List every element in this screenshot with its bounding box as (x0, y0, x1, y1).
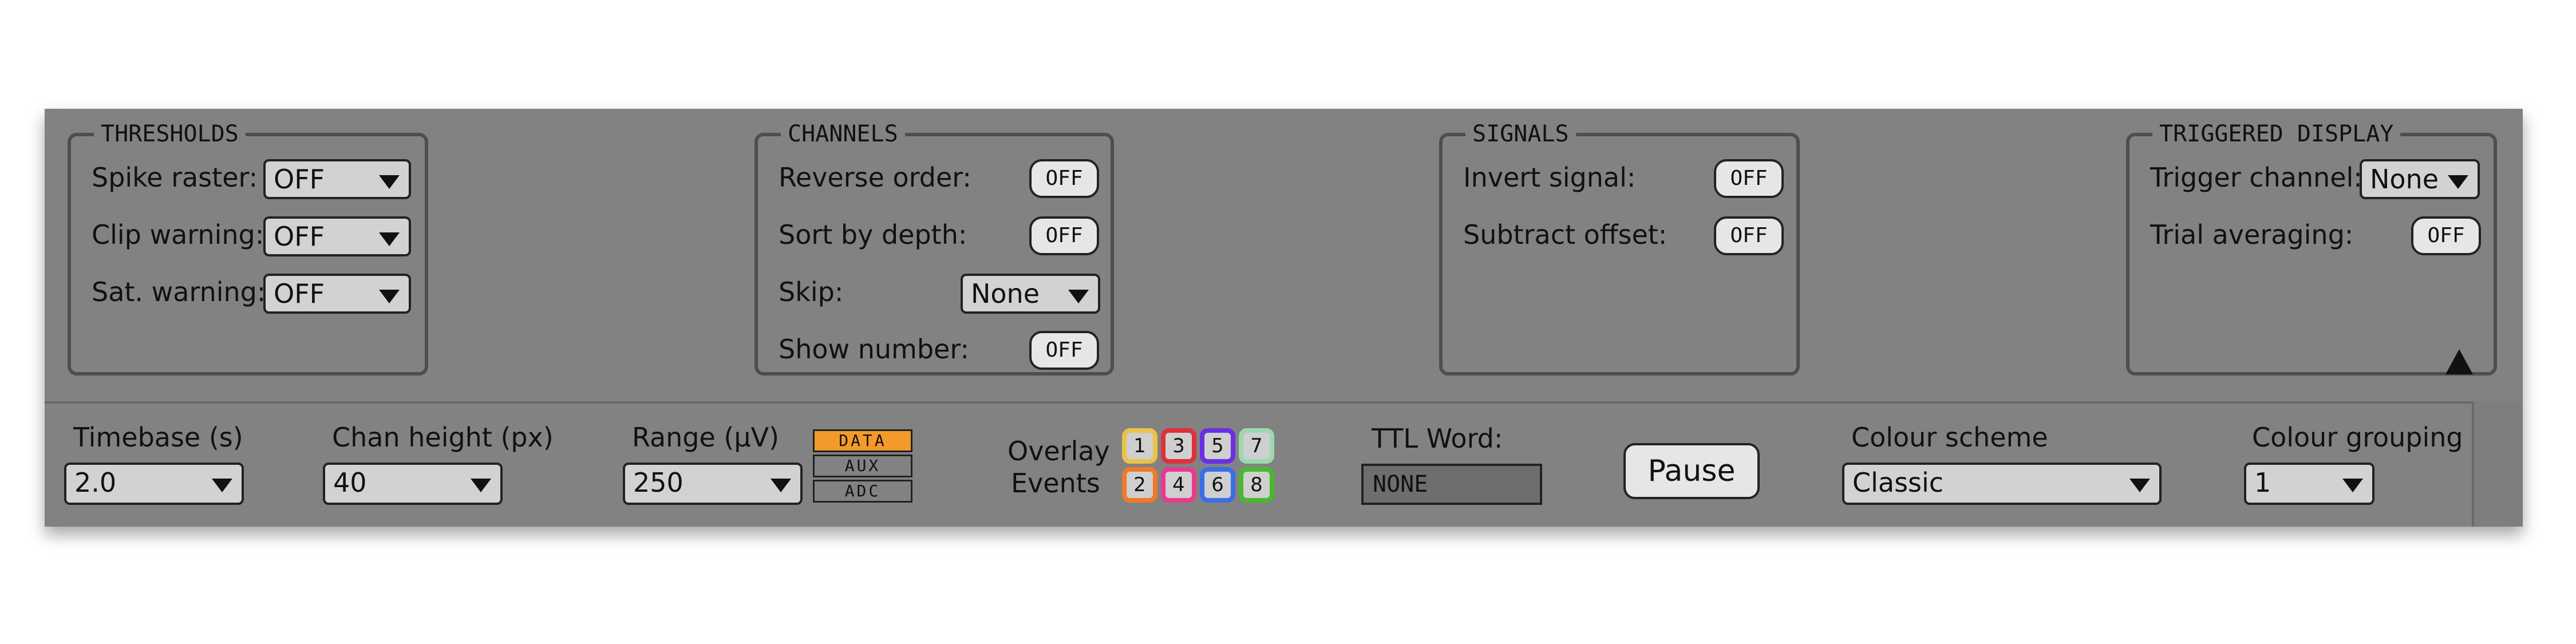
events-label: Events (1011, 468, 1100, 499)
chevron-down-icon (212, 479, 232, 492)
chevron-down-icon (379, 290, 400, 303)
skip-label: Skip: (779, 276, 844, 307)
sort-by-depth-label: Sort by depth: (779, 219, 967, 250)
colour-scheme-label: Colour scheme (1851, 422, 2048, 453)
chan-height-dropdown[interactable]: 40 (323, 463, 503, 505)
chevron-down-icon (2448, 175, 2468, 189)
colour-grouping-value: 1 (2254, 467, 2271, 498)
show-number-label: Show number: (779, 334, 969, 365)
spike-raster-label: Spike raster: (92, 162, 258, 193)
colour-grouping-dropdown[interactable]: 1 (2244, 463, 2374, 505)
clip-warning-dropdown[interactable]: OFF (263, 216, 411, 256)
reverse-order-toggle[interactable]: OFF (1029, 159, 1099, 198)
thresholds-group: THRESHOLDS Spike raster: OFF Clip warnin… (68, 119, 428, 376)
signals-group: SIGNALS Invert signal: OFF Subtract offs… (1439, 119, 1800, 376)
clip-warning-value: OFF (274, 221, 325, 252)
range-value: 250 (633, 467, 683, 498)
chevron-down-icon (471, 479, 491, 492)
skip-value: None (971, 278, 1040, 309)
channels-group: CHANNELS Reverse order: OFF Sort by dept… (754, 119, 1114, 376)
subtract-offset-toggle[interactable]: OFF (1714, 216, 1784, 255)
spike-raster-dropdown[interactable]: OFF (263, 159, 411, 199)
range-data-button[interactable]: DATA (813, 429, 912, 452)
show-number-toggle[interactable]: OFF (1029, 331, 1099, 370)
trigger-channel-label: Trigger channel: (2150, 162, 2362, 193)
sat-warning-dropdown[interactable]: OFF (263, 274, 411, 314)
colour-grouping-label: Colour grouping (2252, 422, 2463, 453)
event-7-button[interactable]: 7 (1239, 428, 1274, 464)
display-options-panel: THRESHOLDS Spike raster: OFF Clip warnin… (45, 109, 2523, 527)
chan-height-value: 40 (333, 467, 367, 498)
event-4-button[interactable]: 4 (1161, 467, 1196, 503)
event-6-button[interactable]: 6 (1200, 467, 1235, 503)
triggered-display-group: TRIGGERED DISPLAY Trigger channel: None … (2126, 119, 2497, 376)
timebase-value: 2.0 (74, 467, 117, 498)
colour-scheme-dropdown[interactable]: Classic (1842, 463, 2162, 505)
chevron-down-icon (771, 479, 791, 492)
range-dropdown[interactable]: 250 (623, 463, 803, 505)
subtract-offset-label: Subtract offset: (1463, 219, 1668, 250)
sort-by-depth-toggle[interactable]: OFF (1029, 216, 1099, 255)
timebase-dropdown[interactable]: 2.0 (64, 463, 244, 505)
trial-averaging-toggle[interactable]: OFF (2411, 216, 2481, 255)
trigger-channel-dropdown[interactable]: None (2360, 159, 2480, 199)
chevron-down-icon (2342, 479, 2363, 492)
collapse-sidebar (2472, 401, 2523, 527)
event-2-button[interactable]: 2 (1122, 467, 1157, 503)
chevron-down-icon (1068, 290, 1089, 303)
signals-title: SIGNALS (1465, 119, 1576, 149)
chevron-down-icon (2129, 479, 2150, 492)
chan-height-label: Chan height (px) (332, 422, 554, 453)
overlay-label: Overlay (1008, 436, 1110, 467)
event-1-button[interactable]: 1 (1122, 428, 1157, 464)
trial-averaging-label: Trial averaging: (2150, 219, 2354, 250)
invert-signal-label: Invert signal: (1463, 162, 1636, 193)
range-adc-button[interactable]: ADC (813, 480, 912, 503)
ttl-word-field: NONE (1361, 464, 1542, 505)
spike-raster-value: OFF (274, 164, 325, 195)
skip-dropdown[interactable]: None (961, 274, 1100, 314)
event-5-button[interactable]: 5 (1200, 428, 1235, 464)
channels-title: CHANNELS (781, 119, 905, 149)
triggered-display-title: TRIGGERED DISPLAY (2152, 119, 2401, 149)
range-aux-button[interactable]: AUX (813, 455, 912, 477)
trigger-channel-value: None (2370, 164, 2439, 195)
clip-warning-label: Clip warning: (92, 219, 264, 250)
section-divider (45, 401, 2472, 404)
invert-signal-toggle[interactable]: OFF (1714, 159, 1784, 198)
event-8-button[interactable]: 8 (1239, 467, 1274, 503)
chevron-down-icon (379, 175, 400, 189)
chevron-down-icon (379, 232, 400, 246)
colour-scheme-value: Classic (1852, 467, 1944, 498)
timebase-label: Timebase (s) (73, 422, 243, 453)
sat-warning-label: Sat. warning: (92, 276, 266, 307)
thresholds-title: THRESHOLDS (94, 119, 246, 149)
up-triangle-icon[interactable] (2445, 349, 2473, 374)
reverse-order-label: Reverse order: (779, 162, 971, 193)
event-3-button[interactable]: 3 (1161, 428, 1196, 464)
range-label: Range (µV) (632, 422, 780, 453)
pause-button[interactable]: Pause (1623, 443, 1760, 499)
sat-warning-value: OFF (274, 278, 325, 309)
ttl-word-label: TTL Word: (1372, 423, 1503, 454)
